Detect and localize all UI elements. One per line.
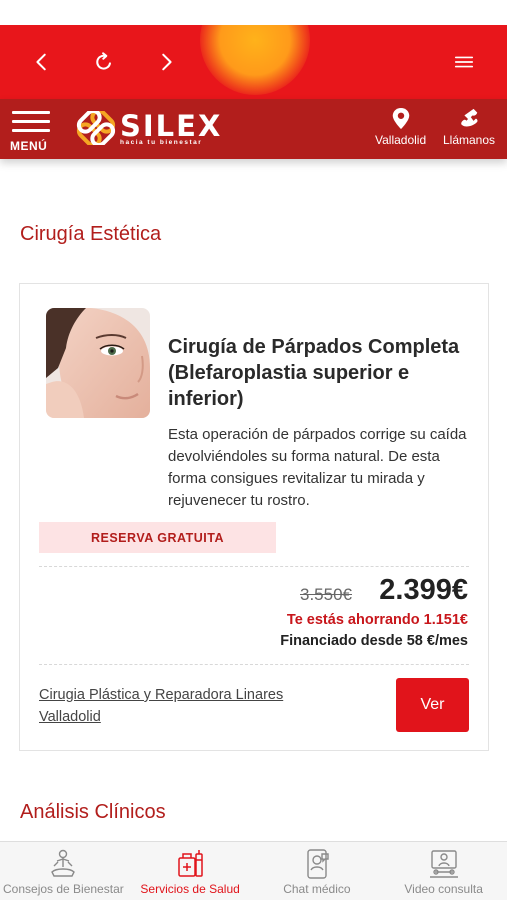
- offer-thumbnail[interactable]: [46, 308, 150, 418]
- menu-icon: [12, 111, 50, 138]
- offer-card: Cirugía de Párpados Completa (Blefaropla…: [19, 283, 489, 751]
- hamburger-icon: [454, 56, 474, 68]
- reload-button[interactable]: [87, 45, 121, 79]
- old-price: 3.550€: [300, 585, 352, 604]
- offer-title[interactable]: Cirugía de Párpados Completa (Blefaropla…: [168, 334, 468, 412]
- free-booking-badge: RESERVA GRATUITA: [39, 522, 276, 553]
- location-pin-icon: [392, 108, 409, 130]
- silex-logo-mark-icon: [76, 111, 116, 145]
- saving-text: Te estás ahorrando 1.151€: [286, 612, 468, 628]
- tab-label: Chat médico: [283, 882, 351, 896]
- offer-description: Esta operación de párpados corrige su ca…: [168, 426, 467, 509]
- meditation-icon: [51, 849, 76, 877]
- browser-menu-button[interactable]: [447, 45, 481, 79]
- location-label: Valladolid: [375, 133, 427, 147]
- financing-text: Financiado desde 58 €/mes: [280, 633, 468, 649]
- call-button[interactable]: Llámanos: [443, 107, 495, 147]
- bottom-tab-bar: Consejos de Bienestar Servicios de Salud…: [0, 841, 507, 900]
- call-label: Llámanos: [443, 133, 496, 147]
- toolbar-glow-decoration: [200, 25, 310, 95]
- silex-logo[interactable]: SILEX hacia tu bienestar: [76, 111, 222, 151]
- ver-button[interactable]: Ver: [396, 678, 469, 732]
- forward-button[interactable]: [149, 45, 183, 79]
- video-consult-icon: [429, 850, 458, 878]
- logo-name: SILEX: [120, 109, 223, 143]
- location-button[interactable]: Valladolid: [375, 107, 426, 147]
- section-title-analisis: Análisis Clínicos: [20, 801, 166, 823]
- section-title-cirugia: Cirugía Estética: [20, 223, 162, 245]
- medical-kit-icon: [178, 850, 203, 877]
- tab-video[interactable]: Video consulta: [380, 842, 507, 900]
- tab-label: Consejos de Bienestar: [3, 882, 124, 896]
- divider: [39, 664, 469, 665]
- site-header: MENÚ SILEX hacia tu bienestar Valladolid…: [0, 99, 507, 159]
- browser-toolbar: [0, 25, 507, 99]
- tab-label: Video consulta: [404, 882, 483, 896]
- clinic-link[interactable]: Cirugia Plástica y Reparadora Linares Va…: [39, 684, 339, 728]
- divider: [39, 566, 469, 567]
- new-price: 2.399€: [379, 574, 468, 606]
- phone-icon: [461, 108, 478, 127]
- chevron-left-icon: [36, 53, 46, 71]
- tab-chat[interactable]: Chat médico: [254, 842, 381, 900]
- tab-servicios[interactable]: Servicios de Salud: [127, 842, 254, 900]
- chevron-right-icon: [162, 53, 172, 71]
- back-button[interactable]: [25, 45, 59, 79]
- reload-icon: [96, 52, 111, 70]
- menu-label: MENÚ: [10, 139, 48, 153]
- site-menu-button[interactable]: MENÚ: [10, 107, 54, 153]
- woman-face-image: [46, 308, 150, 418]
- tab-label: Servicios de Salud: [140, 882, 240, 896]
- chat-doctor-icon: [307, 849, 329, 879]
- tab-consejos[interactable]: Consejos de Bienestar: [0, 842, 127, 900]
